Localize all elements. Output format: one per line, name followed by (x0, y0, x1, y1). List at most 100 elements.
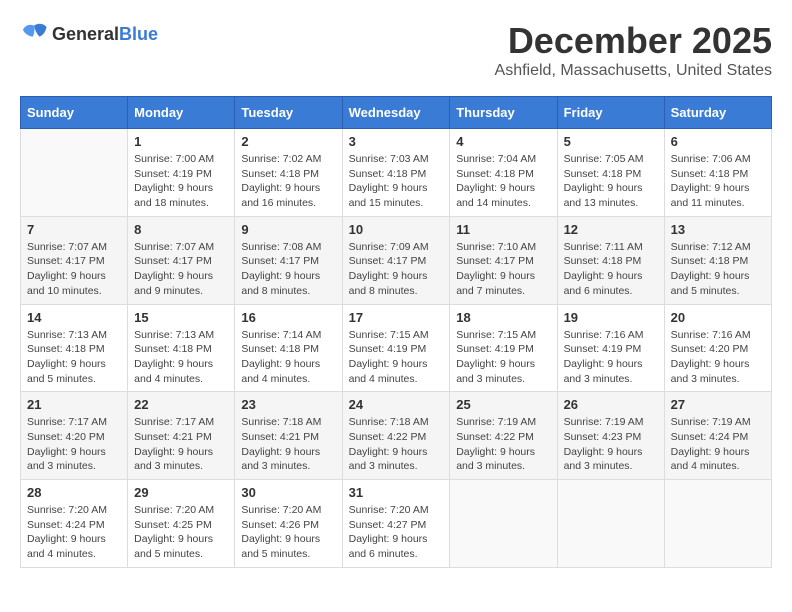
table-row: 29 Sunrise: 7:20 AMSunset: 4:25 PMDayligh… (128, 480, 235, 568)
day-number: 15 (134, 310, 228, 325)
table-row: 1 Sunrise: 7:00 AMSunset: 4:19 PMDaylight… (128, 129, 235, 217)
table-row: 20Sunrise: 7:16 AMSunset: 4:20 PMDayligh… (664, 304, 771, 392)
day-info: Sunrise: 7:19 AMSunset: 4:22 PMDaylight:… (456, 415, 550, 474)
day-info: Sunrise: 7:17 AMSunset: 4:21 PMDaylight:… (134, 415, 228, 474)
month-title: December 2025 (495, 20, 772, 62)
day-info: Sunrise: 7:18 AMSunset: 4:21 PMDaylight:… (241, 415, 335, 474)
col-thursday: Thursday (450, 97, 557, 129)
table-row: 30 Sunrise: 7:20 AMSunset: 4:26 PMDayligh… (235, 480, 342, 568)
day-info: Sunrise: 7:17 AMSunset: 4:20 PMDaylight:… (27, 415, 121, 474)
day-info: Sunrise: 7:07 AMSunset: 4:17 PMDaylight:… (134, 240, 228, 299)
day-info: Sunrise: 7:00 AMSunset: 4:19 PMDaylight:… (134, 152, 228, 211)
day-info: Sunrise: 7:08 AMSunset: 4:17 PMDaylight:… (241, 240, 335, 299)
table-row: 28 Sunrise: 7:20 AMSunset: 4:24 PMDayligh… (21, 480, 128, 568)
table-row: 12 Sunrise: 7:11 AMSunset: 4:18 PMDayligh… (557, 216, 664, 304)
calendar-header-row: Sunday Monday Tuesday Wednesday Thursday… (21, 97, 772, 129)
day-number: 8 (134, 222, 228, 237)
table-row: 13 Sunrise: 7:12 AMSunset: 4:18 PMDayligh… (664, 216, 771, 304)
table-row: 31Sunrise: 7:20 AMSunset: 4:27 PMDayligh… (342, 480, 450, 568)
table-row: 22 Sunrise: 7:17 AMSunset: 4:21 PMDayligh… (128, 392, 235, 480)
day-info: Sunrise: 7:20 AMSunset: 4:27 PMDaylight:… (349, 503, 444, 562)
location-title: Ashfield, Massachusetts, United States (495, 62, 772, 80)
day-number: 10 (349, 222, 444, 237)
day-info: Sunrise: 7:19 AMSunset: 4:23 PMDaylight:… (564, 415, 658, 474)
table-row: 14Sunrise: 7:13 AMSunset: 4:18 PMDayligh… (21, 304, 128, 392)
day-info: Sunrise: 7:10 AMSunset: 4:17 PMDaylight:… (456, 240, 550, 299)
day-info: Sunrise: 7:09 AMSunset: 4:17 PMDaylight:… (349, 240, 444, 299)
day-number: 30 (241, 485, 335, 500)
calendar-week-row: 28 Sunrise: 7:20 AMSunset: 4:24 PMDayligh… (21, 480, 772, 568)
day-number: 24 (349, 397, 444, 412)
day-number: 7 (27, 222, 121, 237)
day-number: 2 (241, 134, 335, 149)
table-row (664, 480, 771, 568)
day-number: 1 (134, 134, 228, 149)
day-number: 17 (349, 310, 444, 325)
day-info: Sunrise: 7:11 AMSunset: 4:18 PMDaylight:… (564, 240, 658, 299)
logo-text-blue: Blue (119, 24, 158, 44)
table-row: 11 Sunrise: 7:10 AMSunset: 4:17 PMDayligh… (450, 216, 557, 304)
table-row: 3 Sunrise: 7:03 AMSunset: 4:18 PMDaylight… (342, 129, 450, 217)
day-number: 3 (349, 134, 444, 149)
table-row: 17 Sunrise: 7:15 AMSunset: 4:19 PMDayligh… (342, 304, 450, 392)
day-info: Sunrise: 7:20 AMSunset: 4:26 PMDaylight:… (241, 503, 335, 562)
day-info: Sunrise: 7:05 AMSunset: 4:18 PMDaylight:… (564, 152, 658, 211)
table-row (557, 480, 664, 568)
day-info: Sunrise: 7:07 AMSunset: 4:17 PMDaylight:… (27, 240, 121, 299)
col-monday: Monday (128, 97, 235, 129)
table-row: 27Sunrise: 7:19 AMSunset: 4:24 PMDayligh… (664, 392, 771, 480)
day-info: Sunrise: 7:04 AMSunset: 4:18 PMDaylight:… (456, 152, 550, 211)
col-sunday: Sunday (21, 97, 128, 129)
table-row: 23 Sunrise: 7:18 AMSunset: 4:21 PMDayligh… (235, 392, 342, 480)
calendar-week-row: 1 Sunrise: 7:00 AMSunset: 4:19 PMDaylight… (21, 129, 772, 217)
calendar-week-row: 7 Sunrise: 7:07 AMSunset: 4:17 PMDaylight… (21, 216, 772, 304)
day-number: 9 (241, 222, 335, 237)
day-info: Sunrise: 7:16 AMSunset: 4:19 PMDaylight:… (564, 328, 658, 387)
day-number: 28 (27, 485, 121, 500)
col-friday: Friday (557, 97, 664, 129)
page-header: GeneralBlue December 2025 Ashfield, Mass… (20, 20, 772, 80)
table-row: 24 Sunrise: 7:18 AMSunset: 4:22 PMDayligh… (342, 392, 450, 480)
day-info: Sunrise: 7:06 AMSunset: 4:18 PMDaylight:… (671, 152, 765, 211)
day-number: 12 (564, 222, 658, 237)
table-row: 26 Sunrise: 7:19 AMSunset: 4:23 PMDayligh… (557, 392, 664, 480)
table-row (450, 480, 557, 568)
table-row: 4 Sunrise: 7:04 AMSunset: 4:18 PMDaylight… (450, 129, 557, 217)
day-info: Sunrise: 7:15 AMSunset: 4:19 PMDaylight:… (349, 328, 444, 387)
day-number: 26 (564, 397, 658, 412)
col-wednesday: Wednesday (342, 97, 450, 129)
day-number: 11 (456, 222, 550, 237)
day-info: Sunrise: 7:03 AMSunset: 4:18 PMDaylight:… (349, 152, 444, 211)
day-number: 29 (134, 485, 228, 500)
table-row (21, 129, 128, 217)
day-number: 14 (27, 310, 121, 325)
table-row: 5 Sunrise: 7:05 AMSunset: 4:18 PMDaylight… (557, 129, 664, 217)
day-info: Sunrise: 7:18 AMSunset: 4:22 PMDaylight:… (349, 415, 444, 474)
day-info: Sunrise: 7:15 AMSunset: 4:19 PMDaylight:… (456, 328, 550, 387)
table-row: 2Sunrise: 7:02 AMSunset: 4:18 PMDaylight… (235, 129, 342, 217)
table-row: 15Sunrise: 7:13 AMSunset: 4:18 PMDayligh… (128, 304, 235, 392)
logo-icon (20, 20, 48, 48)
table-row: 16Sunrise: 7:14 AMSunset: 4:18 PMDayligh… (235, 304, 342, 392)
table-row: 19Sunrise: 7:16 AMSunset: 4:19 PMDayligh… (557, 304, 664, 392)
day-number: 27 (671, 397, 765, 412)
day-number: 5 (564, 134, 658, 149)
title-block: December 2025 Ashfield, Massachusetts, U… (495, 20, 772, 80)
day-number: 21 (27, 397, 121, 412)
col-tuesday: Tuesday (235, 97, 342, 129)
table-row: 10 Sunrise: 7:09 AMSunset: 4:17 PMDayligh… (342, 216, 450, 304)
day-number: 4 (456, 134, 550, 149)
day-info: Sunrise: 7:12 AMSunset: 4:18 PMDaylight:… (671, 240, 765, 299)
day-number: 22 (134, 397, 228, 412)
table-row: 21 Sunrise: 7:17 AMSunset: 4:20 PMDayligh… (21, 392, 128, 480)
day-number: 13 (671, 222, 765, 237)
calendar-table: Sunday Monday Tuesday Wednesday Thursday… (20, 96, 772, 568)
day-number: 6 (671, 134, 765, 149)
col-saturday: Saturday (664, 97, 771, 129)
day-number: 23 (241, 397, 335, 412)
day-number: 25 (456, 397, 550, 412)
table-row: 18Sunrise: 7:15 AMSunset: 4:19 PMDayligh… (450, 304, 557, 392)
table-row: 9 Sunrise: 7:08 AMSunset: 4:17 PMDaylight… (235, 216, 342, 304)
day-info: Sunrise: 7:20 AMSunset: 4:25 PMDaylight:… (134, 503, 228, 562)
day-info: Sunrise: 7:20 AMSunset: 4:24 PMDaylight:… (27, 503, 121, 562)
